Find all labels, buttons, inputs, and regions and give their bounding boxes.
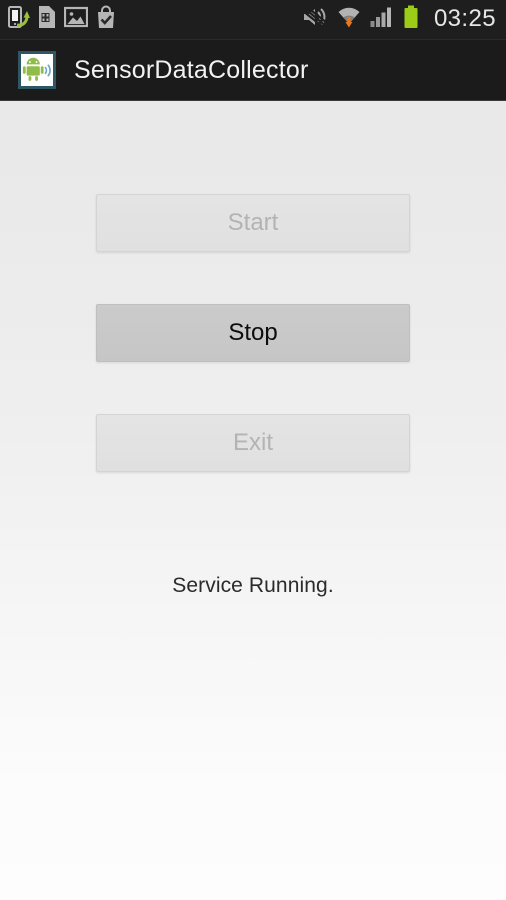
app-launcher-icon bbox=[18, 51, 56, 89]
wifi-download-icon bbox=[337, 5, 361, 34]
play-store-update-icon bbox=[95, 5, 117, 34]
volume-muted-icon bbox=[302, 6, 328, 33]
start-button[interactable]: Start bbox=[96, 194, 410, 252]
battery-full-icon bbox=[403, 5, 419, 34]
status-bar-notification-icons bbox=[8, 5, 117, 34]
status-bar-system-icons: 03:25 bbox=[302, 5, 496, 34]
status-bar-clock: 03:25 bbox=[433, 4, 496, 32]
status-bar: 03:25 bbox=[0, 0, 506, 40]
gallery-image-icon bbox=[63, 6, 89, 33]
service-status-text: Service Running. bbox=[172, 574, 334, 597]
exit-button[interactable]: Exit bbox=[96, 414, 410, 472]
app-title: SensorDataCollector bbox=[74, 55, 309, 84]
phone-screen: 03:25 SensorDataCollector Start Stop Exi… bbox=[0, 0, 506, 900]
main-content: Start Stop Exit Service Running. bbox=[0, 101, 506, 900]
action-bar: SensorDataCollector bbox=[0, 40, 506, 101]
usb-transfer-icon bbox=[8, 5, 30, 34]
sim-card-alert-icon bbox=[37, 5, 57, 34]
stop-button[interactable]: Stop bbox=[96, 304, 410, 362]
signal-bars-icon bbox=[370, 6, 394, 33]
